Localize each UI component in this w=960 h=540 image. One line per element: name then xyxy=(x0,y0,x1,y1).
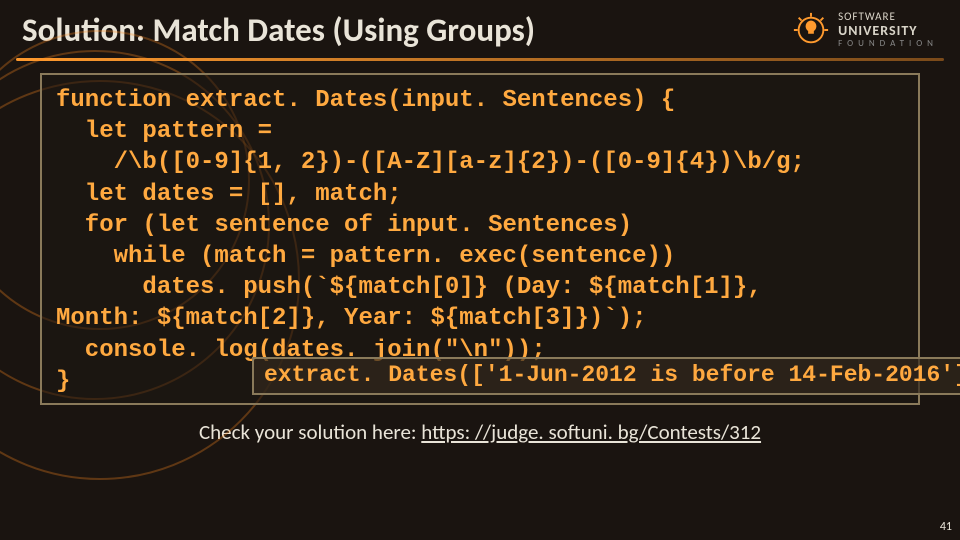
page-number: 41 xyxy=(940,520,952,534)
code-block: function extract. Dates(input. Sentences… xyxy=(40,73,920,405)
slide-header: Solution: Match Dates (Using Groups) SOF… xyxy=(0,0,960,58)
code-call-example: extract. Dates(['1-Jun-2012 is before 14… xyxy=(252,357,960,395)
code-line: while (match = pattern. exec(sentence)) xyxy=(56,243,675,270)
footer-label: Check your solution here: xyxy=(199,419,421,445)
footer-note: Check your solution here: https: //judge… xyxy=(0,419,960,445)
slide-title: Solution: Match Dates (Using Groups) xyxy=(22,10,535,50)
code-line: /\b([0-9]{1, 2})-([A-Z][a-z]{2})-([0-9]{… xyxy=(56,149,805,176)
code-line: dates. push(`${match[0]} (Day: ${match[1… xyxy=(56,274,762,301)
code-line: function extract. Dates(input. Sentences… xyxy=(56,87,675,114)
header-divider xyxy=(16,58,944,61)
code-line: } xyxy=(56,368,70,395)
logo-line3: FOUNDATION xyxy=(838,39,938,49)
code-line: for (let sentence of input. Sentences) xyxy=(56,212,632,239)
softuni-logo: SOFTWARE UNIVERSITY FOUNDATION xyxy=(792,11,938,49)
lightbulb-icon xyxy=(792,11,830,49)
code-line: let pattern = xyxy=(56,118,272,145)
code-line: let dates = [], match; xyxy=(56,181,402,208)
logo-line2: UNIVERSITY xyxy=(838,23,938,38)
code-line: Month: ${match[2]}, Year: ${match[3]})`)… xyxy=(56,305,647,332)
solution-link[interactable]: https: //judge. softuni. bg/Contests/312 xyxy=(421,419,761,445)
